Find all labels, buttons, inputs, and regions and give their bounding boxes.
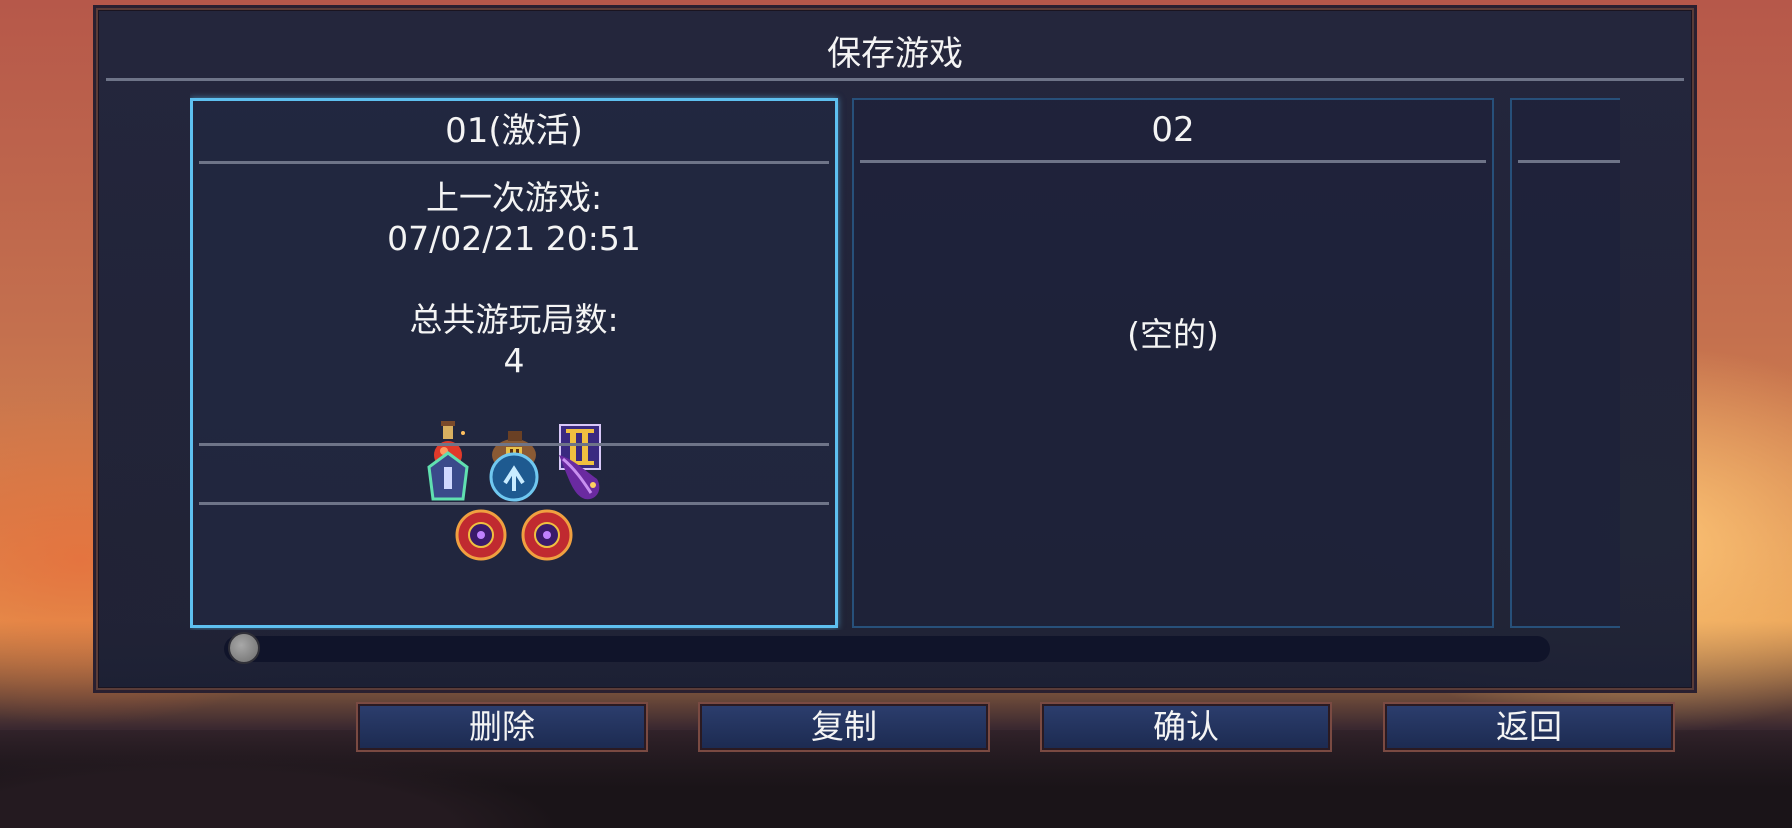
slots-scrollbar[interactable] xyxy=(224,636,1550,662)
blueprint-icons-row-2 xyxy=(193,449,835,505)
dialog-title: 保存游戏 xyxy=(827,34,963,74)
back-button[interactable]: 返回 xyxy=(1383,702,1675,752)
blue-teleport-rune-icon xyxy=(486,449,542,505)
total-runs-label: 总共游玩局数: xyxy=(409,300,619,339)
save-slot-01[interactable]: 01(激活) 上一次游戏: 07/02/21 20:51 总共游玩局数: 4 xyxy=(190,98,838,628)
icons-divider-1 xyxy=(199,443,829,446)
copy-button[interactable]: 复制 xyxy=(698,702,990,752)
save-slots-carousel: 01(激活) 上一次游戏: 07/02/21 20:51 总共游玩局数: 4 0… xyxy=(190,90,1620,630)
green-rune-stone-icon xyxy=(420,449,476,505)
save-slot-02[interactable]: 02 (空的) xyxy=(852,98,1494,628)
icons-divider-2 xyxy=(199,502,829,505)
slot-header-divider xyxy=(199,161,829,164)
slot-header: 02 xyxy=(1151,110,1195,150)
last-played-value: 07/02/21 20:51 xyxy=(387,219,641,258)
delete-button[interactable]: 删除 xyxy=(356,702,648,752)
confirm-button[interactable]: 确认 xyxy=(1040,702,1332,752)
total-runs-value: 4 xyxy=(503,341,525,380)
red-boss-cell-icon xyxy=(453,507,509,563)
empty-slot-text: (空的) xyxy=(1127,315,1219,354)
slot-header-divider xyxy=(860,160,1486,163)
slot-header-divider xyxy=(1518,160,1620,163)
red-boss-cell-icon xyxy=(519,507,575,563)
scrollbar-handle[interactable] xyxy=(228,632,260,664)
blueprint-icons-row-3 xyxy=(193,507,835,563)
save-slot-03[interactable] xyxy=(1510,98,1620,628)
purple-feather-icon xyxy=(552,449,608,505)
title-divider xyxy=(106,78,1684,81)
save-game-dialog: 保存游戏 01(激活) 上一次游戏: 07/02/21 20:51 总共游玩局数… xyxy=(96,8,1694,690)
last-played-label: 上一次游戏: xyxy=(425,178,603,217)
slot-header: 01(激活) xyxy=(445,111,583,151)
